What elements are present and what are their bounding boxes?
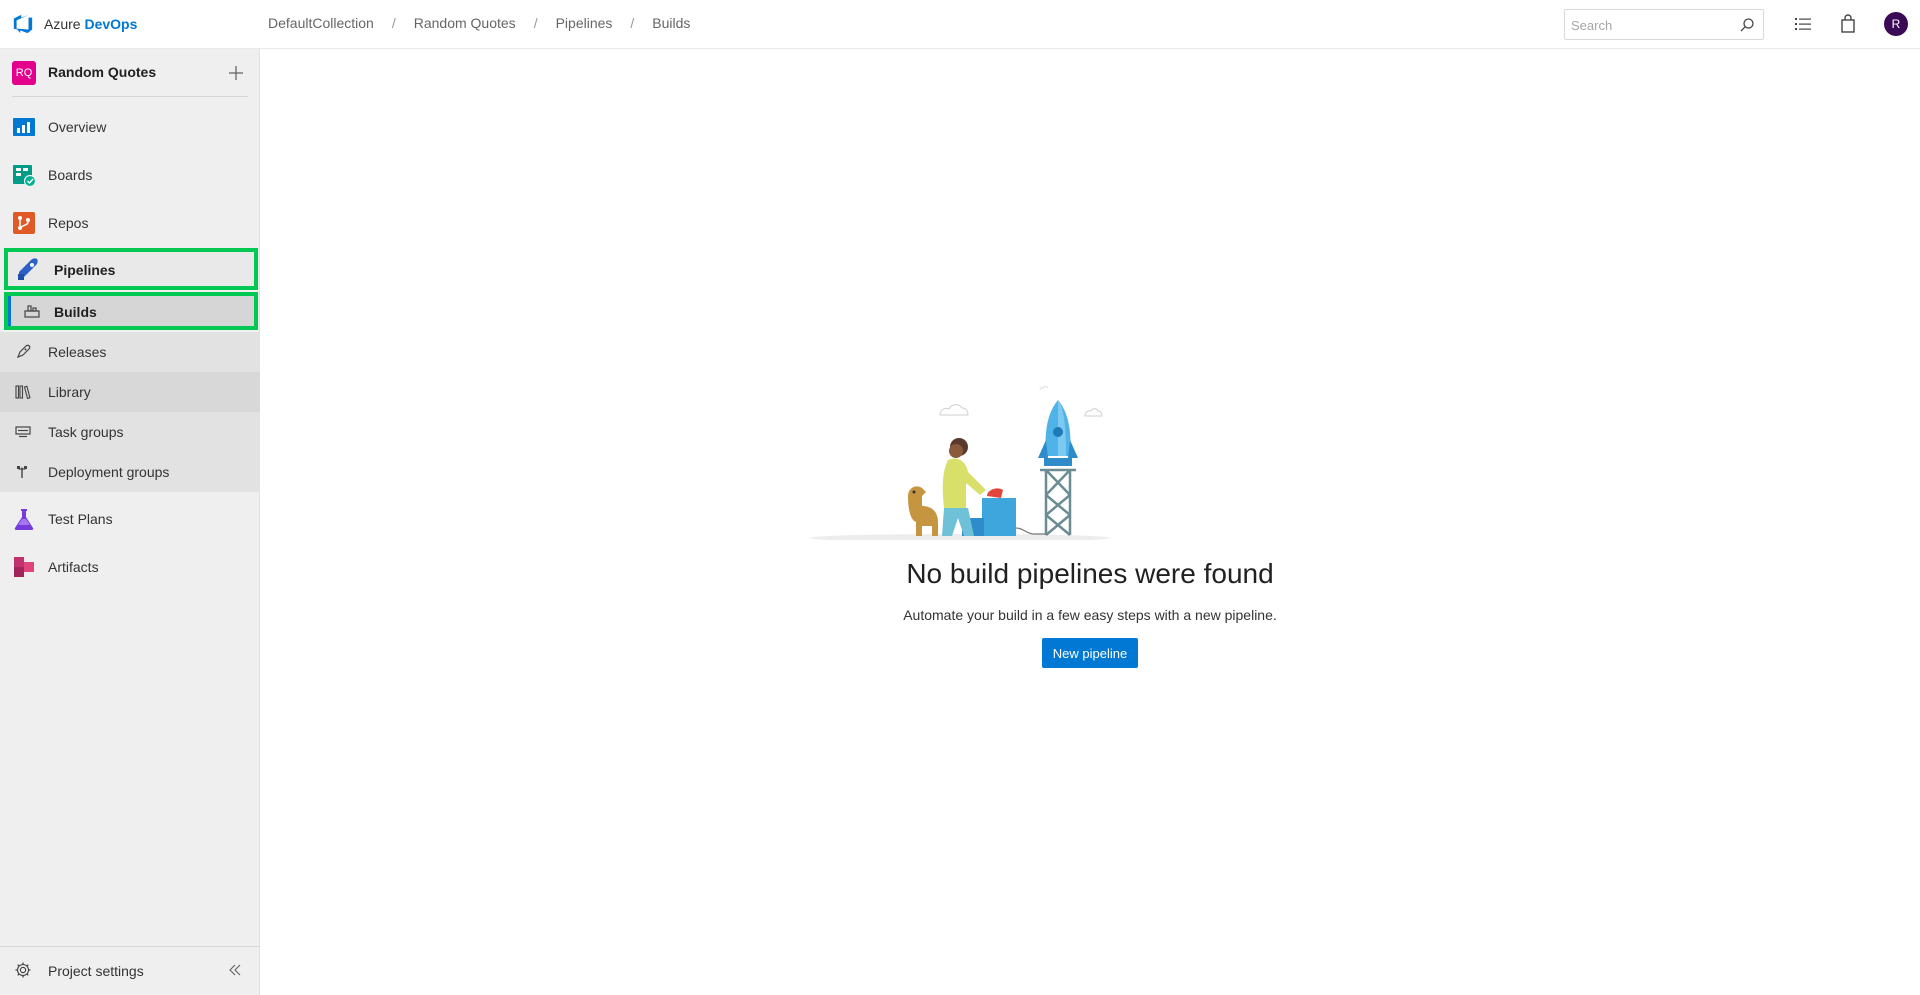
sidebar-item-label: Builds [54, 304, 97, 320]
sidebar-item-repos[interactable]: Repos [0, 199, 260, 247]
search-input[interactable] [1571, 16, 1731, 34]
sidebar-item-label: Releases [48, 344, 107, 360]
rocket-icon [16, 344, 31, 359]
empty-state-subtitle: Automate your build in a few easy steps … [903, 607, 1277, 623]
sidebar-item-label: Pipelines [54, 262, 116, 278]
breadcrumb-pipelines[interactable]: Pipelines [556, 15, 613, 31]
sidebar-item-label: Test Plans [48, 511, 113, 527]
add-icon[interactable] [224, 61, 248, 85]
new-pipeline-button[interactable]: New pipeline [1042, 638, 1138, 668]
work-items-list-icon[interactable] [1793, 14, 1813, 34]
sidebar-item-label: Deployment groups [48, 464, 170, 480]
empty-state-illustration [810, 386, 1110, 540]
deployment-groups-icon [17, 466, 27, 478]
divider [12, 96, 248, 97]
task-groups-icon [15, 426, 31, 438]
breadcrumb-project[interactable]: Random Quotes [414, 15, 516, 31]
search-box [1564, 9, 1764, 40]
gear-icon [15, 962, 31, 978]
sidebar-item-label: Repos [48, 215, 89, 231]
collapse-sidebar-icon[interactable] [226, 961, 244, 979]
repos-icon [13, 212, 35, 234]
breadcrumb: DefaultCollection / Random Quotes / Pipe… [268, 15, 690, 31]
sidebar: RQ Random Quotes Overview Boards Repos P… [0, 49, 260, 995]
pipelines-icon [18, 258, 38, 280]
library-icon [15, 385, 31, 400]
project-settings-label: Project settings [48, 963, 144, 979]
sidebar-item-boards[interactable]: Boards [0, 151, 260, 199]
sidebar-subitem-deployment-groups[interactable]: Deployment groups [0, 452, 260, 492]
project-name: Random Quotes [48, 64, 157, 80]
marketplace-bag-icon[interactable] [1838, 14, 1858, 34]
sidebar-item-label: Overview [48, 119, 107, 135]
sidebar-item-label: Library [48, 384, 91, 400]
breadcrumb-separator: / [630, 15, 635, 31]
sidebar-item-label: Task groups [48, 424, 124, 440]
sidebar-item-pipelines[interactable]: Pipelines [4, 248, 258, 290]
sidebar-subitem-releases[interactable]: Releases [0, 332, 260, 372]
azure-devops-icon [13, 14, 33, 34]
project-header[interactable]: RQ Random Quotes [0, 49, 260, 97]
project-settings[interactable]: Project settings [0, 946, 260, 994]
breadcrumb-separator: / [533, 15, 538, 31]
sidebar-subitem-library[interactable]: Library [0, 372, 260, 412]
empty-state-title: No build pipelines were found [906, 558, 1274, 589]
top-bar: Azure DevOps DefaultCollection / Random … [0, 0, 1920, 49]
search-icon[interactable] [1739, 17, 1755, 33]
selection-indicator [8, 296, 11, 326]
breadcrumb-builds[interactable]: Builds [652, 15, 690, 31]
sidebar-subitem-builds[interactable]: Builds [4, 292, 258, 330]
breadcrumb-separator: / [391, 15, 396, 31]
sidebar-item-test-plans[interactable]: Test Plans [0, 495, 260, 543]
brand-title: Azure DevOps [44, 16, 138, 32]
project-badge: RQ [12, 61, 36, 85]
sidebar-item-overview[interactable]: Overview [0, 103, 260, 151]
sidebar-subitem-task-groups[interactable]: Task groups [0, 412, 260, 452]
user-avatar[interactable]: R [1884, 12, 1908, 36]
overview-icon [13, 118, 35, 136]
sidebar-item-label: Boards [48, 167, 93, 183]
breadcrumb-collection[interactable]: DefaultCollection [268, 15, 374, 31]
azure-devops-logo[interactable]: Azure DevOps [12, 12, 137, 36]
test-plans-icon [14, 509, 34, 530]
builds-icon [24, 305, 40, 318]
boards-icon [13, 165, 36, 187]
